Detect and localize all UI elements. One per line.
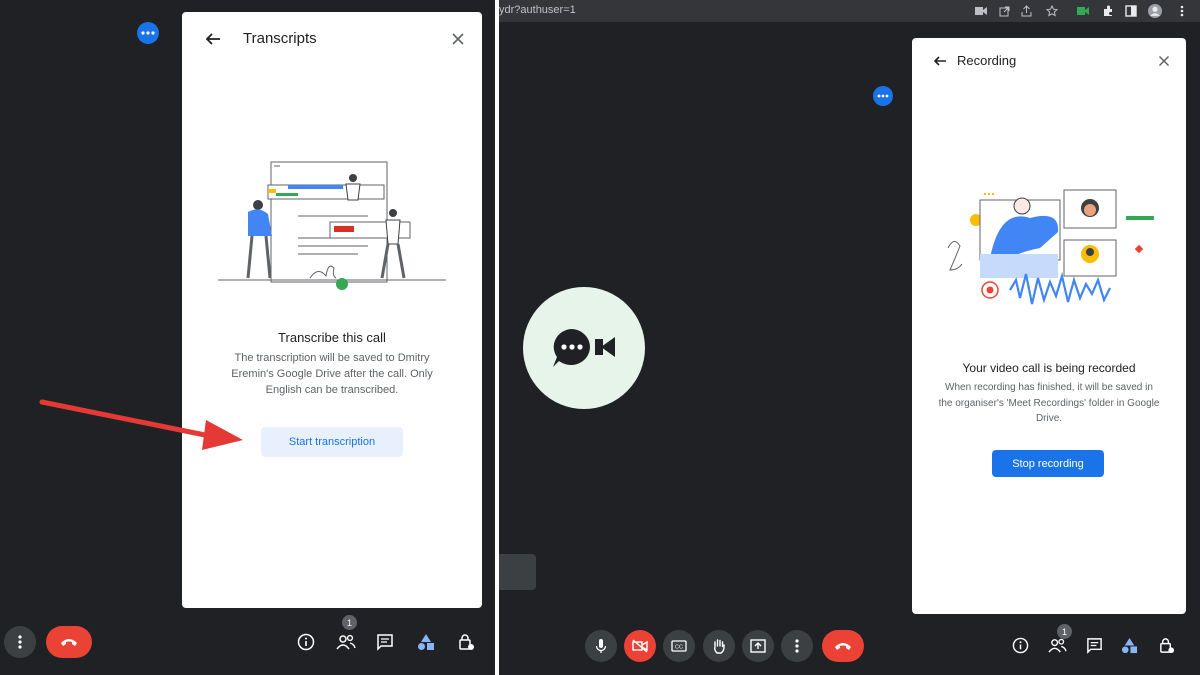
participants-count-badge: 1 [342, 615, 357, 630]
back-arrow-icon[interactable] [202, 28, 224, 50]
meet-extension-icon[interactable] [1076, 4, 1090, 18]
raise-hand-button[interactable] [703, 630, 735, 662]
stop-recording-button[interactable]: Stop recording [992, 450, 1104, 477]
recording-panel: Recording Your video call is being recor… [912, 38, 1186, 614]
left-meet-screen: Transcripts Transcribe this call The tra… [0, 0, 495, 675]
back-arrow-icon[interactable] [930, 51, 950, 71]
more-options-icon[interactable] [137, 22, 159, 44]
panel-description: When recording has finished, it will be … [938, 382, 1160, 424]
panel-description: The transcription will be saved to Dmitr… [231, 352, 433, 396]
raise-hand-icon [714, 639, 725, 654]
transcription-illustration [218, 161, 446, 290]
panel-title: Transcripts [243, 30, 317, 47]
extensions-puzzle-icon[interactable] [1101, 4, 1115, 18]
chat-video-icon [553, 329, 615, 367]
browser-address-bar[interactable]: ydr?authuser=1 [499, 0, 1200, 22]
start-transcription-button[interactable]: Start transcription [261, 427, 403, 457]
more-vert-icon [795, 639, 799, 653]
browser-menu-icon[interactable] [1175, 4, 1189, 18]
panel-heading: Transcribe this call [278, 330, 386, 345]
mic-icon [595, 639, 607, 653]
more-options-button[interactable] [781, 630, 813, 662]
close-icon[interactable] [447, 28, 469, 50]
host-controls-icon[interactable] [1154, 633, 1178, 657]
info-icon[interactable] [294, 630, 318, 654]
recording-illustration [947, 189, 1154, 305]
activities-icon[interactable] [414, 630, 438, 654]
panel-heading: Your video call is being recorded [962, 361, 1136, 375]
present-icon [750, 639, 766, 653]
more-options-icon[interactable] [873, 86, 893, 106]
transcripts-panel: Transcripts Transcribe this call The tra… [182, 12, 482, 608]
panel-title: Recording [957, 53, 1017, 68]
present-button[interactable] [742, 630, 774, 662]
chat-icon[interactable] [373, 630, 397, 654]
more-vert-icon [18, 635, 22, 649]
share-icon[interactable] [1019, 4, 1033, 18]
captions-button[interactable]: CC [663, 630, 695, 662]
camera-icon[interactable] [974, 4, 988, 18]
open-tab-icon[interactable] [997, 4, 1011, 18]
right-meet-screen: ydr?authuser=1 Recording Your video call… [499, 0, 1200, 675]
camera-off-icon [632, 639, 648, 653]
side-panel-icon[interactable] [1124, 4, 1138, 18]
people-icon[interactable] [334, 630, 358, 654]
url-text: ydr?authuser=1 [499, 4, 576, 16]
activities-icon[interactable] [1117, 633, 1141, 657]
profile-avatar-icon[interactable] [1148, 4, 1162, 18]
captions-icon: CC [671, 640, 687, 652]
close-icon[interactable] [1154, 51, 1174, 71]
host-controls-icon[interactable] [454, 630, 478, 654]
end-call-icon [835, 643, 851, 650]
more-options-button[interactable] [4, 626, 36, 658]
end-call-button[interactable] [46, 626, 92, 658]
annotation-arrow [39, 399, 243, 450]
svg-text:CC: CC [675, 645, 683, 651]
people-icon[interactable] [1045, 633, 1069, 657]
camera-button[interactable] [624, 630, 656, 662]
end-call-button[interactable] [822, 630, 864, 662]
chat-icon[interactable] [1082, 633, 1106, 657]
chat-video-tile [523, 287, 645, 409]
microphone-button[interactable] [585, 630, 617, 662]
info-icon[interactable] [1008, 633, 1032, 657]
star-icon[interactable] [1045, 4, 1059, 18]
participant-tile [499, 554, 536, 590]
end-call-icon [61, 639, 77, 646]
